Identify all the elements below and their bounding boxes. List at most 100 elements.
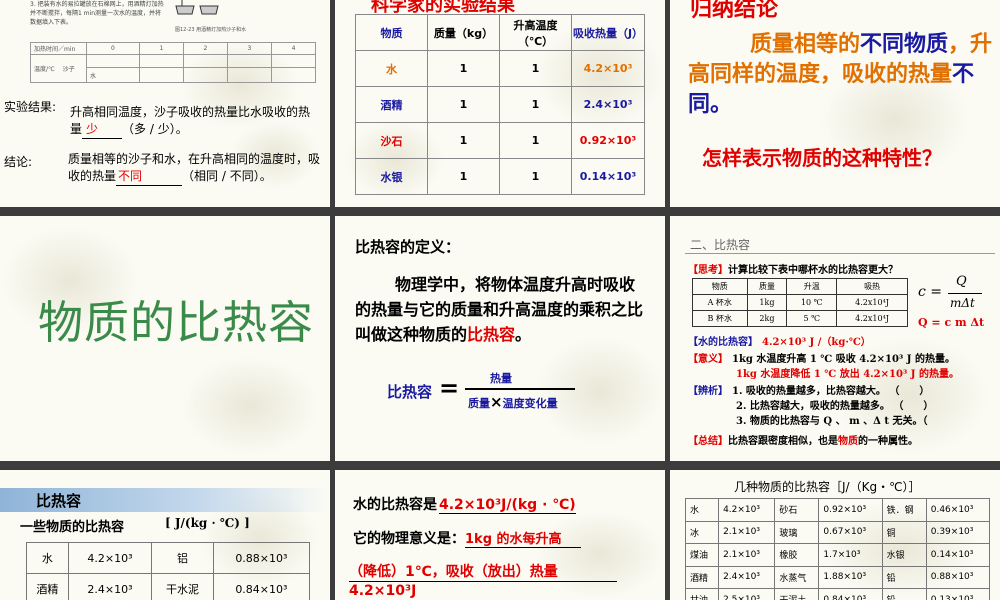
table-header: 加热时间／min: [30, 42, 87, 55]
times-sign: ×: [490, 393, 503, 411]
water-cell: 水: [86, 67, 140, 83]
question-text: 怎样表示物质的这种特性？: [702, 146, 942, 170]
summary-text: 的一种属性。: [858, 436, 918, 447]
table-header: 0: [86, 42, 140, 55]
definition-body: 物理学中，将物体温度升高时吸收的热量与它的质量和升高温度的乘积之比叫做这种物质的…: [355, 272, 645, 347]
mass-cell: 1: [427, 86, 500, 123]
table-cell: 0.46×10³: [925, 498, 991, 522]
temp-cell: 1: [499, 122, 572, 159]
formula-c: c =: [918, 284, 943, 300]
table-cell: 水蒸气: [774, 565, 820, 589]
table-cell: 煤油: [684, 543, 720, 567]
meaning-line: 它的物理意义是：1kg 的水每升高: [353, 528, 581, 548]
conclusion-answer: 不同: [116, 168, 183, 186]
table-cell: 4.2x10⁴J: [836, 294, 908, 311]
result-options: （多 / 少）。: [122, 122, 188, 136]
table-row: 冰 2.1×10³ 玻璃 0.67×10³ 铜 0.39×10³: [684, 520, 991, 544]
table-cell: 0.13×10³: [925, 588, 991, 600]
slide-6-specific-heat[interactable]: 二、比热容 【思考】计算比较下表中哪杯水的比热容更大？ 物质 质量 升温 吸热 …: [670, 216, 1000, 461]
slide-5-definition[interactable]: 比热容的定义： 物理学中，将物体温度升高时吸收的热量与它的质量和升高温度的乘积之…: [335, 216, 665, 461]
table-cell: 0.67×10³: [818, 520, 883, 544]
col-header: 质量: [746, 278, 788, 295]
table-cell: 1.7×10³: [818, 543, 883, 567]
instruction-text: 3. 把装有水的易拉罐放在石棉网上，用酒精灯加热并不断搅拌，每隔1 min测量一…: [30, 1, 164, 26]
specific-heat-table: 水 4.2×10³ 砂石 0.92×10³ 铁．钢 0.46×10³ 冰 2.1…: [684, 498, 991, 600]
table-cell: 0.84×10³: [818, 588, 883, 600]
water-line: 水的比热容是 4.2×10³J/(kg · ℃): [353, 494, 576, 514]
table-header: 3: [226, 42, 272, 55]
slide-3-conclusion[interactable]: 归纳结论 质量相等的不同物质，升高同样的温度，吸收的热量不同。 怎样表示物质的这…: [670, 0, 1000, 207]
water-value: 4.2×10³J/(kg · ℃): [439, 497, 576, 514]
slide-7-table[interactable]: 比热容 一些物质的比热容 [ J/(kg · ℃) ] 水 4.2×10³ 铝 …: [0, 470, 330, 600]
conclusion-text: 质量相等的沙子和水，在升高相同的温度时，吸收的热量 不同 （相同 / 不同）。: [68, 151, 330, 186]
result-answer: 少: [82, 121, 123, 139]
table-row: 甘油 2.5×10³ 干泥土 0.84×10³ 铅 0.13×10³: [684, 588, 991, 600]
slide-title: 归纳结论: [690, 0, 779, 22]
water-label: 水: [90, 72, 97, 80]
table-row: 水 4.2×10³ 砂石 0.92×10³ 铁．钢 0.46×10³: [684, 498, 991, 522]
heading-rule: [685, 253, 995, 254]
mass-cell: 1: [427, 50, 500, 87]
summary-highlight: 物质: [838, 436, 858, 447]
water-value: 4.2×10³ J /（kg·℃）: [762, 337, 871, 348]
table-cell: 0.14×10³: [925, 543, 991, 567]
table-row: 水银 1 1 0.14×10³: [355, 158, 645, 195]
col-header: 吸热: [836, 278, 908, 295]
denominator-mass: 质量: [468, 397, 490, 410]
table-row: 酒精 2.4×10³ 干水泥 0.84×10³: [26, 573, 311, 600]
judge-item: 2. 比热容越大，吸收的热量越多。 （ ）: [736, 401, 934, 412]
meaning-end: 4.2×10³J: [349, 583, 417, 599]
table-cell: 干水泥: [151, 573, 214, 600]
slide-4-title[interactable]: 物质的比热容: [0, 216, 330, 461]
substance-cell: 酒精: [355, 86, 428, 123]
slide-8-water-meaning[interactable]: 水的比热容是 4.2×10³J/(kg · ℃) 它的物理意义是：1kg 的水每升…: [335, 470, 665, 600]
table-cell: 干泥土: [774, 588, 820, 600]
conclusion-period: 。: [710, 92, 733, 117]
meaning-text: 1kg 水温度升高 1 ℃ 吸收 4.2×10³ J 的热量。: [732, 354, 955, 365]
meaning-line: 【意义】 1kg 水温度升高 1 ℃ 吸收 4.2×10³ J 的热量。 1kg …: [688, 352, 959, 382]
formula-denominator: 质量×温度变化量: [468, 393, 558, 411]
heat-cell: 4.2×10³: [571, 50, 645, 87]
figure-caption: 图12-23 用酒精灯加热沙子和水: [175, 27, 247, 33]
table-row: 酒精 2.4×10³ 水蒸气 1.88×10³ 铅 0.88×10³: [684, 565, 991, 589]
table-cell: 水: [26, 542, 69, 574]
col-header: 物质: [355, 14, 428, 51]
table-row: 沙石 1 1 0.92×10³: [355, 122, 645, 159]
table-cell: 水: [684, 498, 720, 522]
slide-title: 几种物质的比热容［J/（Kg・℃）］: [734, 480, 921, 494]
meaning-text: 1kg 水温度降低 1 ℃ 放出 4.2×10³ J 的热量。: [736, 369, 959, 380]
table-cell: 砂石: [774, 498, 820, 522]
summary-line: 【总结】比热容跟密度相似，也是物质的一种属性。: [688, 432, 918, 447]
table-cell: 2.4×10³: [718, 565, 776, 589]
result-label: 实验结果:: [4, 100, 57, 114]
table-cell: 4.2×10³: [67, 542, 153, 574]
section-heading: 二、比热容: [690, 238, 751, 252]
table-header: 1: [138, 42, 184, 55]
apparatus-figure: [172, 0, 222, 16]
slide-1-experiment[interactable]: 3. 把装有水的易拉罐放在石棉网上，用酒精灯加热并不断搅拌，每隔1 min测量一…: [0, 0, 330, 207]
think-tag: 【思考】: [688, 265, 728, 276]
result-text: 升高相同温度，沙子吸收的热量比水吸收的热量少（多 / 少）。: [70, 104, 310, 139]
water-line: 【水的比热容】 4.2×10³ J /（kg·℃）: [688, 333, 871, 348]
table-cell: A 杯水: [692, 294, 748, 311]
specific-heat-table: 水 4.2×10³ 铝 0.88×10³ 酒精 2.4×10³ 干水泥 0.84…: [26, 542, 311, 600]
think-line: 【思考】计算比较下表中哪杯水的比热容更大？: [688, 261, 898, 276]
table-cell: 2.4×10³: [67, 573, 153, 600]
conclusion-part: 质量相等的: [750, 32, 861, 57]
table-cell: 酒精: [684, 565, 720, 589]
table-cell: 4.2×10³: [718, 498, 776, 522]
mass-cell: 1: [427, 122, 500, 159]
temp-cell: 1: [499, 158, 572, 195]
slide-9-table[interactable]: 几种物质的比热容［J/（Kg・℃）］ 水 4.2×10³ 砂石 0.92×10³…: [670, 470, 1000, 600]
col-header: 升高温度（℃）: [499, 14, 572, 51]
mass-cell: 1: [427, 158, 500, 195]
summary-tag: 【总结】: [688, 436, 728, 447]
meaning-label: 它的物理意义是：: [353, 531, 465, 547]
judge-tag: 【辨析】: [688, 386, 728, 397]
definition-period: 。: [515, 325, 532, 344]
section-title: 物质的比热容: [38, 296, 315, 349]
table-row: 水 4.2×10³ 铝 0.88×10³: [26, 542, 311, 574]
slide-2-scientist-results[interactable]: 科学家的实验结果 物质 质量（kg） 升高温度（℃） 吸收热量（J） 水 1 1…: [335, 0, 665, 207]
formula-numerator: 热量: [490, 372, 512, 385]
formula-num: Q: [956, 274, 967, 289]
